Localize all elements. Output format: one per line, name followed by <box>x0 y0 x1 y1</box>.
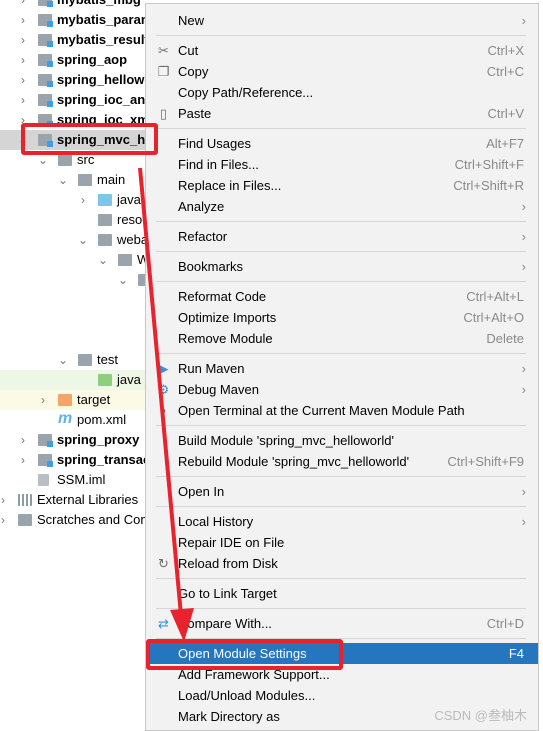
annotation-arrow <box>138 167 194 642</box>
watermark: CSDN @叁柚木 <box>434 708 527 723</box>
